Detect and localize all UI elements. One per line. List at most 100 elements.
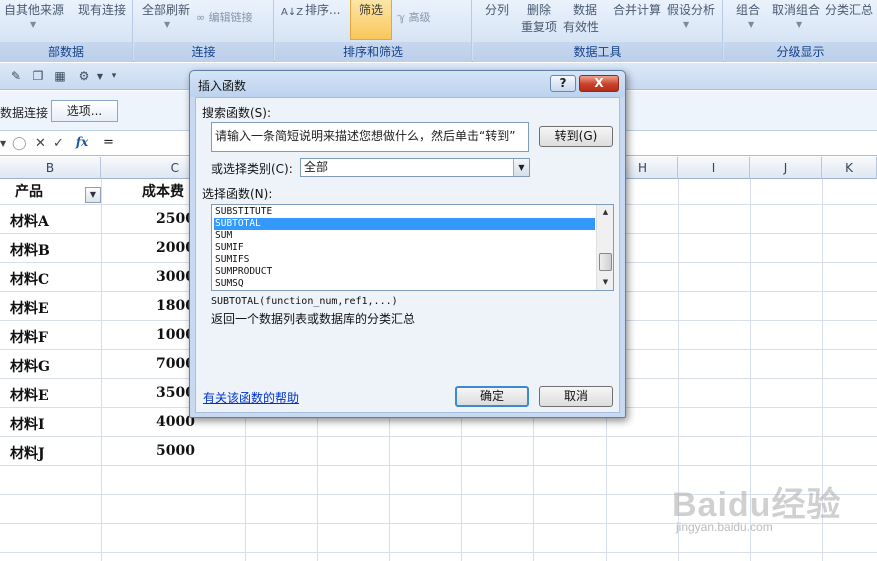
category-select[interactable]: 全部 ▼	[300, 158, 530, 177]
function-list-item[interactable]: SUMSQ	[214, 278, 595, 290]
chevron-down-icon: ▼	[30, 20, 37, 29]
ungroup-button[interactable]: 取消组合	[772, 1, 820, 18]
data-validation-line1[interactable]: 数据	[573, 1, 597, 18]
filter-dropdown-button[interactable]: ▼	[85, 187, 101, 203]
table-icon[interactable]: ▦	[52, 69, 68, 84]
options-button[interactable]: 选项...	[51, 100, 118, 122]
search-label: 搜索函数(S):	[202, 106, 272, 120]
group-button[interactable]: 组合	[736, 1, 760, 18]
product-cell[interactable]: 材料A	[10, 211, 49, 231]
close-button[interactable]: X	[579, 75, 619, 92]
product-cell[interactable]: 材料I	[10, 414, 45, 434]
data-validation-line2[interactable]: 有效性	[563, 18, 599, 35]
chevron-down-icon[interactable]: ▼	[513, 159, 529, 176]
function-list-item[interactable]: SUMIF	[214, 242, 595, 254]
ribbon-group-label: 分级显示	[724, 42, 877, 62]
ribbon-group-external-data: 自其他来源 现有连接 ▼ 部数据	[0, 0, 133, 62]
function-list[interactable]: SUBSTITUTE SUBTOTAL SUM SUMIF SUMIFS SUM…	[211, 204, 614, 291]
refresh-all-button[interactable]: 全部刷新	[142, 1, 190, 18]
filter-label: 筛选	[359, 3, 384, 17]
text-to-columns-button[interactable]: 分列	[485, 1, 509, 18]
ribbon-group-sort-filter: A↓Z 排序... 筛选 ℽ 高级 排序和筛选	[275, 0, 472, 62]
function-list-item[interactable]: SUMPRODUCT	[214, 266, 595, 278]
product-cell[interactable]: 材料E	[10, 385, 49, 405]
chevron-down-icon: ▼	[89, 190, 97, 199]
go-button[interactable]: 转到(G)	[539, 126, 613, 147]
filter-button[interactable]: 筛选	[350, 0, 392, 40]
preview-icon[interactable]: ❐	[30, 69, 46, 84]
search-input[interactable]: 请输入一条简短说明来描述您想做什么，然后单击“转到”	[211, 122, 529, 152]
function-list-item[interactable]: SUM	[214, 230, 595, 242]
edit-links-button[interactable]: ∞ 编辑链接	[196, 9, 253, 25]
function-syntax: SUBTOTAL(function_num,ref1,...)	[211, 296, 398, 307]
link-icon: ∞	[196, 11, 206, 24]
dialog-titlebar[interactable]: 插入函数 ? X	[190, 71, 625, 97]
ok-button[interactable]: 确定	[455, 386, 529, 407]
function-list-item[interactable]: SUBSTITUTE	[214, 206, 595, 218]
column-header-j[interactable]: J	[750, 157, 822, 179]
scroll-down-icon[interactable]: ▼	[599, 276, 612, 289]
dialog-title: 插入函数	[198, 79, 247, 93]
chevron-down-icon: ▼	[796, 20, 803, 29]
function-description: 返回一个数据列表或数据库的分类汇总	[211, 312, 416, 326]
header-product-cell[interactable]: 产品	[15, 181, 43, 201]
function-help-link[interactable]: 有关该函数的帮助	[203, 389, 299, 406]
product-cell[interactable]: 材料B	[10, 240, 50, 260]
formula-input[interactable]: =	[103, 135, 114, 150]
category-value: 全部	[304, 160, 329, 174]
grid-line	[101, 179, 102, 561]
product-cell[interactable]: 材料F	[10, 327, 48, 347]
sort-az-icon[interactable]: A↓Z	[281, 7, 303, 18]
cancel-icon[interactable]: ✕	[35, 136, 46, 151]
sort-button[interactable]: 排序...	[305, 1, 340, 18]
column-header-k[interactable]: K	[822, 157, 877, 179]
product-cell[interactable]: 材料E	[10, 298, 49, 318]
cancel-button[interactable]: 取消	[539, 386, 613, 407]
ribbon-group-label: 连接	[134, 42, 273, 62]
insert-function-icon[interactable]: fx	[72, 135, 92, 153]
existing-connections-button[interactable]: 现有连接	[78, 1, 126, 18]
subtotal-button[interactable]: 分类汇总	[825, 1, 873, 18]
ribbon-group-label: 部数据	[0, 42, 132, 62]
grid-line	[0, 552, 877, 553]
help-button[interactable]: ?	[550, 75, 576, 92]
ribbon-group-connections: 全部刷新 ∞ 编辑链接 ▼ 连接	[134, 0, 274, 62]
grid-line	[0, 465, 877, 466]
chevron-down-icon: ▼	[748, 20, 755, 29]
ribbon-group-data-tools: 分列 删除 重复项 数据 有效性 合并计算 假设分析 ▼ 数据工具	[473, 0, 723, 62]
chevron-down-icon: ▼	[164, 20, 171, 29]
product-cell[interactable]: 材料C	[10, 269, 49, 289]
remove-duplicates-line2[interactable]: 重复项	[521, 18, 557, 35]
get-external-other-button[interactable]: 自其他来源	[4, 1, 64, 18]
consolidate-button[interactable]: 合并计算	[613, 1, 661, 18]
scroll-up-icon[interactable]: ▲	[599, 206, 612, 219]
settings-icon[interactable]: ⚙	[76, 69, 92, 84]
ribbon: 自其他来源 现有连接 ▼ 部数据 全部刷新 ∞ 编辑链接 ▼ 连接 A↓Z 排序…	[0, 0, 877, 62]
name-box-dropdown-icon[interactable]: ▼	[0, 139, 6, 148]
cost-cell[interactable]: 5000	[156, 443, 195, 459]
function-list-scrollbar[interactable]: ▲ ▼	[596, 205, 613, 290]
remove-duplicates-line1[interactable]: 删除	[527, 1, 551, 18]
grid-line	[0, 436, 877, 437]
column-header-b[interactable]: B	[0, 157, 101, 179]
column-header-i[interactable]: I	[678, 157, 750, 179]
confirm-icon[interactable]: ✓	[53, 136, 64, 151]
ribbon-group-outline: 组合 取消组合 分类汇总 ▼ ▼ 分级显示	[724, 0, 877, 62]
customize-toolbar-icon[interactable]: ▾	[106, 69, 122, 84]
ribbon-group-label: 排序和筛选	[275, 42, 471, 62]
ribbon-group-label: 数据工具	[473, 42, 722, 62]
what-if-button[interactable]: 假设分析	[667, 1, 715, 18]
chevron-down-icon: ▼	[683, 20, 690, 29]
header-cost-cell[interactable]: 成本费	[142, 181, 184, 201]
spell-check-icon[interactable]: ✎	[8, 69, 24, 84]
scrollbar-thumb[interactable]	[599, 253, 612, 271]
function-list-item[interactable]: SUMIFS	[214, 254, 595, 266]
function-label: 选择函数(N):	[202, 187, 273, 201]
product-cell[interactable]: 材料J	[10, 443, 45, 463]
product-cell[interactable]: 材料G	[10, 356, 50, 376]
advanced-button[interactable]: ℽ 高级	[397, 9, 431, 25]
function-list-item-selected[interactable]: SUBTOTAL	[214, 218, 595, 230]
formula-options-icon[interactable]: ◯	[12, 136, 27, 151]
watermark-logo: Baidu经验	[672, 486, 842, 524]
category-label: 或选择类别(C):	[211, 162, 293, 176]
